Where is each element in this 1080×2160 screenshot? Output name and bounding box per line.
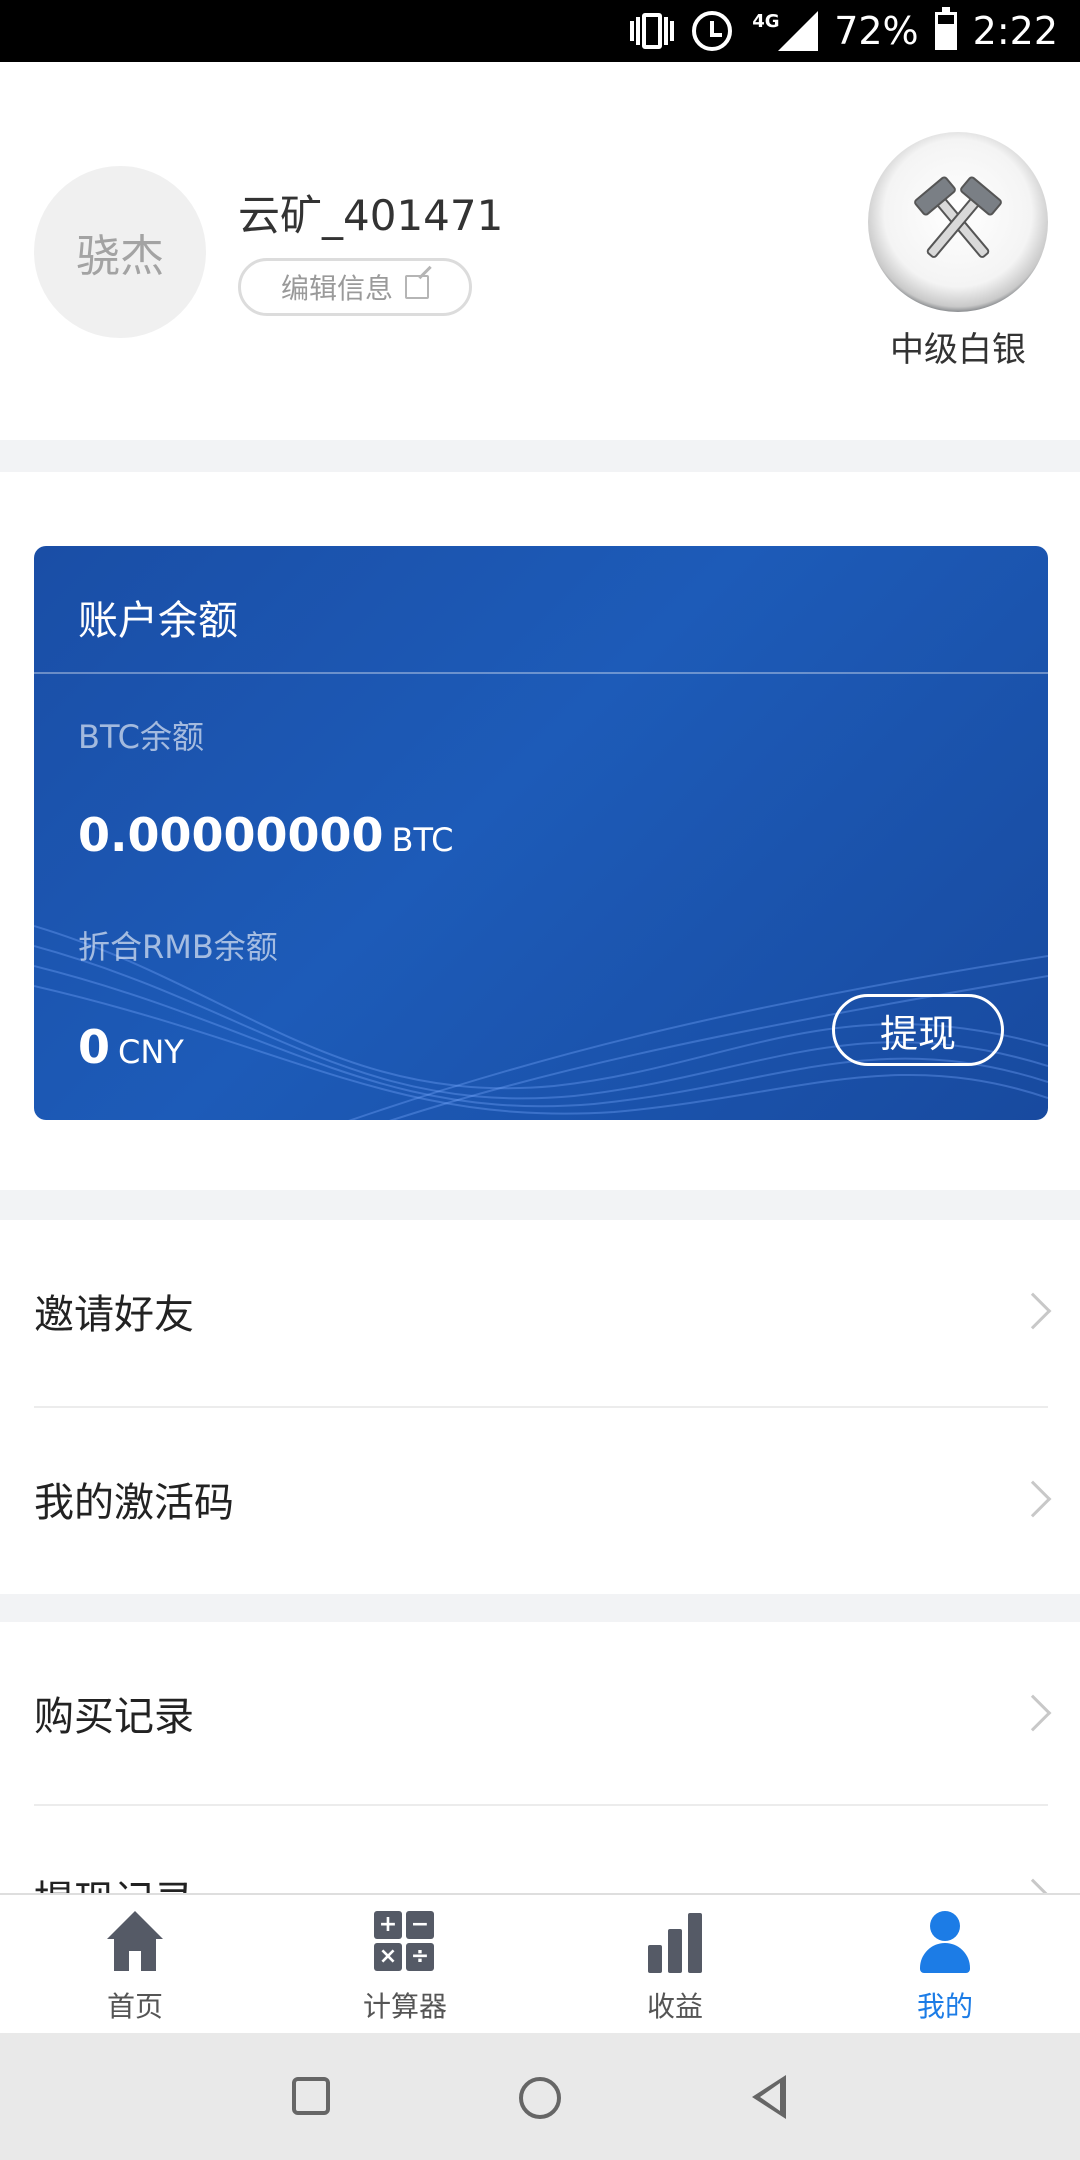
btc-balance-value: 0.00000000 [78, 808, 384, 862]
level-label: 中级白银 [890, 330, 1026, 370]
menu-item-activation-code[interactable]: 我的激活码 [0, 1408, 1080, 1594]
bar-chart-icon [644, 1911, 706, 1973]
back-button[interactable] [752, 2075, 786, 2119]
chevron-right-icon [1014, 1292, 1052, 1330]
btc-unit: BTC [391, 821, 454, 859]
rmb-balance-value: 0 [78, 1020, 111, 1074]
tab-calculator[interactable]: + − × ÷ 计算器 [270, 1895, 540, 2033]
chevron-right-icon [1014, 1694, 1052, 1732]
profile-section: 骁杰 云矿_401471 编辑信息 中级白银 [0, 62, 1080, 440]
level-badge[interactable] [868, 132, 1048, 312]
rmb-balance-label: 折合RMB余额 [78, 928, 278, 966]
rmb-unit: CNY [118, 1033, 184, 1071]
clock: 2:22 [972, 9, 1058, 53]
rmb-balance-row: 0 CNY [78, 1020, 184, 1074]
calculator-icon: + − × ÷ [374, 1911, 436, 1973]
chevron-right-icon [1014, 1480, 1052, 1518]
home-icon [104, 1911, 166, 1973]
card-title: 账户余额 [78, 598, 238, 644]
menu-item-invite[interactable]: 邀请好友 [0, 1220, 1080, 1406]
menu-item-label: 邀请好友 [34, 1292, 194, 1338]
tab-mine[interactable]: 我的 [810, 1895, 1080, 2033]
network-type: 4G [752, 11, 780, 32]
battery-percent: 72% [834, 9, 919, 53]
menu-item-label: 购买记录 [34, 1694, 194, 1740]
status-bar: 4G 72% 2:22 [0, 0, 1080, 62]
home-button[interactable] [519, 2077, 561, 2119]
edit-icon [405, 275, 429, 299]
edit-info-label: 编辑信息 [280, 272, 393, 305]
system-nav-bar [0, 2033, 1080, 2160]
withdraw-button[interactable]: 提现 [832, 994, 1004, 1066]
tab-label: 我的 [916, 1990, 973, 2023]
tab-label: 计算器 [362, 1990, 447, 2023]
hammers-icon [914, 176, 1002, 258]
tab-home[interactable]: 首页 [0, 1895, 270, 2033]
menu-item-purchase-records[interactable]: 购买记录 [0, 1622, 1080, 1808]
card-divider [34, 672, 1048, 674]
btc-balance-row: 0.00000000 BTC [78, 808, 454, 862]
section-divider [0, 440, 1080, 472]
section-divider [0, 1190, 1080, 1220]
avatar[interactable]: 骁杰 [34, 166, 206, 338]
balance-card: 账户余额 BTC余额 0.00000000 BTC 折合RMB余额 0 CNY 提现 [34, 546, 1048, 1120]
battery-icon [934, 7, 957, 50]
alarm-icon [692, 11, 733, 51]
signal-icon: 4G [748, 9, 819, 53]
section-divider [0, 1594, 1080, 1622]
user-icon [914, 1911, 976, 1973]
vibrate-icon [628, 11, 676, 51]
btc-balance-label: BTC余额 [78, 718, 204, 756]
menu-item-label: 我的激活码 [34, 1480, 234, 1526]
tab-label: 收益 [646, 1990, 703, 2023]
username: 云矿_401471 [238, 191, 504, 240]
bottom-tab-bar: 首页 + − × ÷ 计算器 收益 我的 [0, 1893, 1080, 2033]
tab-label: 首页 [106, 1990, 163, 2023]
recent-apps-button[interactable] [292, 2077, 330, 2115]
edit-info-button[interactable]: 编辑信息 [238, 258, 472, 316]
tab-earnings[interactable]: 收益 [540, 1895, 810, 2033]
